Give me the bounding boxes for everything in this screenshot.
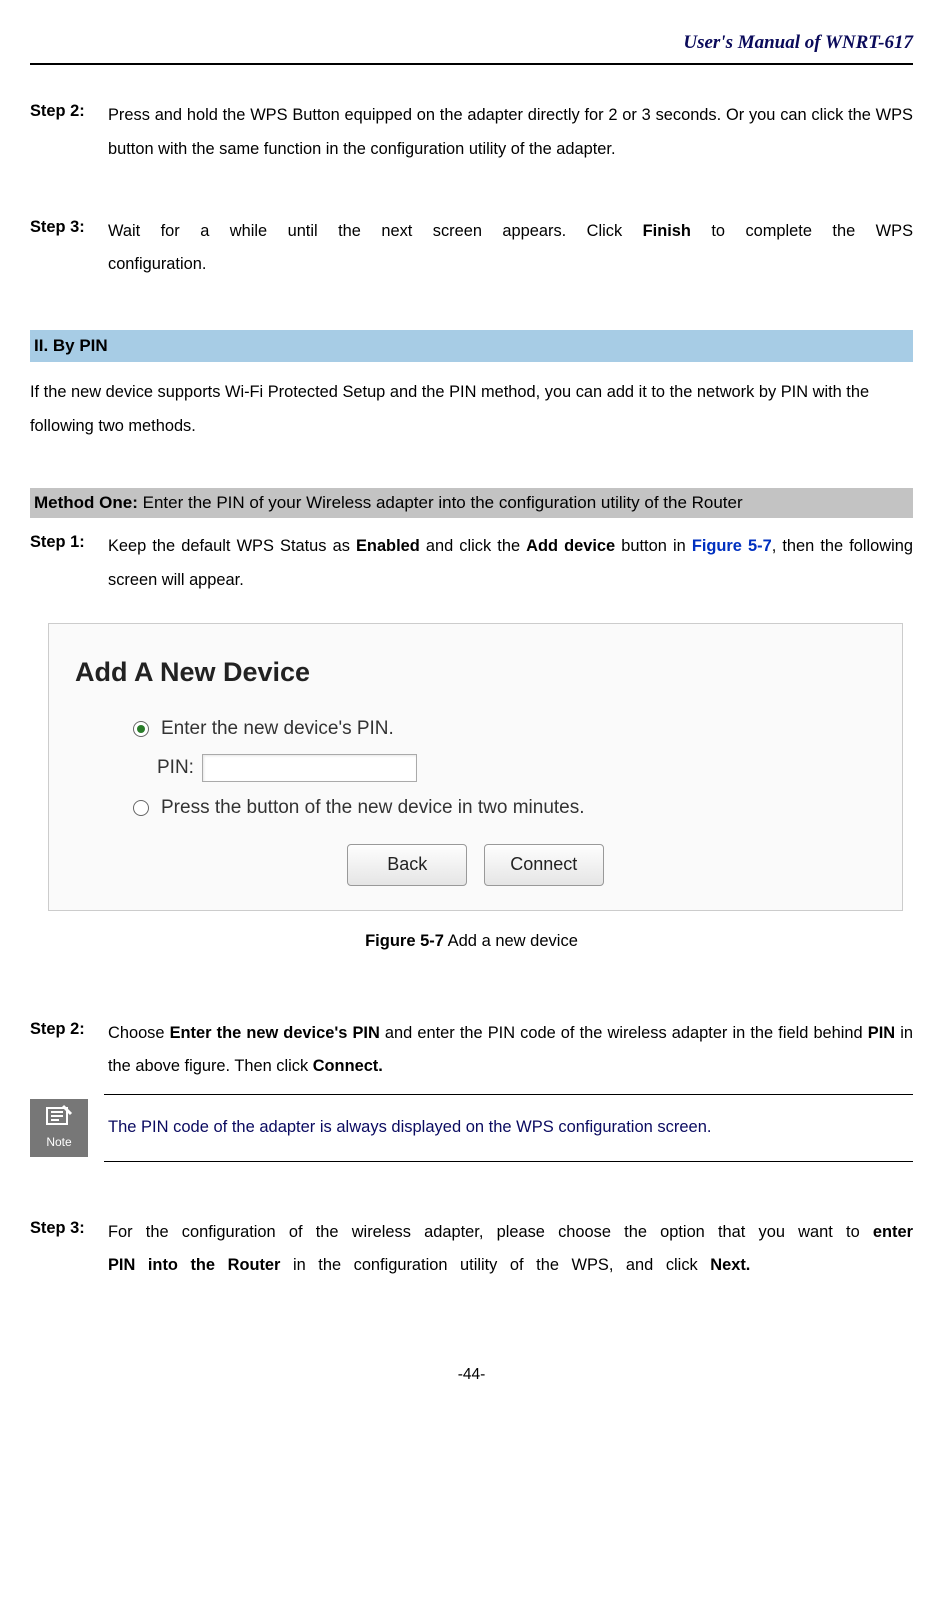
method-one-heading: Method One: Enter the PIN of your Wirele… (30, 488, 913, 518)
doc-header: User's Manual of WNRT-617 (30, 28, 913, 65)
method-rest: Enter the PIN of your Wireless adapter i… (138, 493, 743, 512)
t: and click the (420, 537, 526, 555)
section-intro: If the new device supports Wi-Fi Protect… (30, 376, 913, 443)
figure-panel: Add A New Device Enter the new device's … (48, 623, 903, 911)
pin-label: PIN: (157, 753, 194, 782)
caption-bold: Figure 5-7 (365, 932, 444, 950)
figure-link[interactable]: Figure 5-7 (692, 537, 772, 555)
step-a-2: Step 2: Press and hold the WPS Button eq… (30, 99, 913, 166)
step-label: Step 3: (30, 1216, 108, 1283)
back-button[interactable]: Back (347, 844, 467, 886)
figure-button-row: Back Connect (75, 844, 876, 886)
step-text: Press and hold the WPS Button equipped o… (108, 99, 913, 166)
t: For the configuration of the wireless ad… (108, 1223, 873, 1241)
b: Next. (710, 1256, 750, 1274)
radio-unselected-icon[interactable] (133, 800, 149, 816)
note-block: Note The PIN code of the adapter is alwa… (30, 1094, 913, 1162)
radio-row-press-button[interactable]: Press the button of the new device in tw… (133, 793, 876, 822)
page-number: -44- (30, 1363, 913, 1387)
caption-rest: Add a new device (444, 932, 578, 950)
method1-step1: Step 1: Keep the default WPS Status as E… (30, 530, 913, 597)
section-heading-by-pin: II. By PIN (30, 330, 913, 362)
note-label: Note (46, 1133, 71, 1152)
step-label: Step 2: (30, 1017, 108, 1084)
t: in the configuration utility of the WPS,… (280, 1256, 710, 1274)
step-b-3: Step 3: For the configuration of the wir… (30, 1216, 913, 1283)
radio-selected-icon[interactable] (133, 721, 149, 737)
step-label: Step 3: (30, 215, 108, 282)
step-a-3: Step 3: Wait for a while until the next … (30, 215, 913, 282)
step-text: Choose Enter the new device's PIN and en… (108, 1017, 913, 1084)
figure-title: Add A New Device (75, 652, 876, 694)
step-label: Step 1: (30, 530, 108, 597)
text-pre: Wait for a while until the next screen a… (108, 222, 643, 240)
connect-button[interactable]: Connect (484, 844, 604, 886)
text-bold: Finish (643, 222, 691, 240)
figure-caption: Figure 5-7 Add a new device (30, 929, 913, 955)
radio-label: Press the button of the new device in tw… (161, 793, 585, 822)
b: Add device (526, 537, 615, 555)
doc-title: User's Manual of WNRT-617 (683, 32, 913, 53)
step-text: Wait for a while until the next screen a… (108, 215, 913, 282)
b: PIN (868, 1024, 895, 1042)
t: Choose (108, 1024, 170, 1042)
step-b-2: Step 2: Choose Enter the new device's PI… (30, 1017, 913, 1084)
radio-row-enter-pin[interactable]: Enter the new device's PIN. (133, 714, 876, 743)
t: button in (615, 537, 692, 555)
t: and enter the PIN code of the wireless a… (380, 1024, 868, 1042)
figure-5-7: Add A New Device Enter the new device's … (30, 623, 913, 911)
radio-label: Enter the new device's PIN. (161, 714, 394, 743)
note-badge: Note (30, 1099, 88, 1157)
method-label: Method One: (34, 493, 138, 512)
b: Connect. (313, 1057, 383, 1075)
note-icon (45, 1104, 73, 1133)
step-text: For the configuration of the wireless ad… (108, 1216, 913, 1283)
pin-input[interactable] (202, 754, 417, 782)
step-text: Keep the default WPS Status as Enabled a… (108, 530, 913, 597)
b: Enabled (356, 537, 420, 555)
pin-row: PIN: (157, 753, 876, 782)
note-text: The PIN code of the adapter is always di… (104, 1094, 913, 1162)
t: Keep the default WPS Status as (108, 537, 356, 555)
b: Enter the new device's PIN (170, 1024, 380, 1042)
step-label: Step 2: (30, 99, 108, 166)
